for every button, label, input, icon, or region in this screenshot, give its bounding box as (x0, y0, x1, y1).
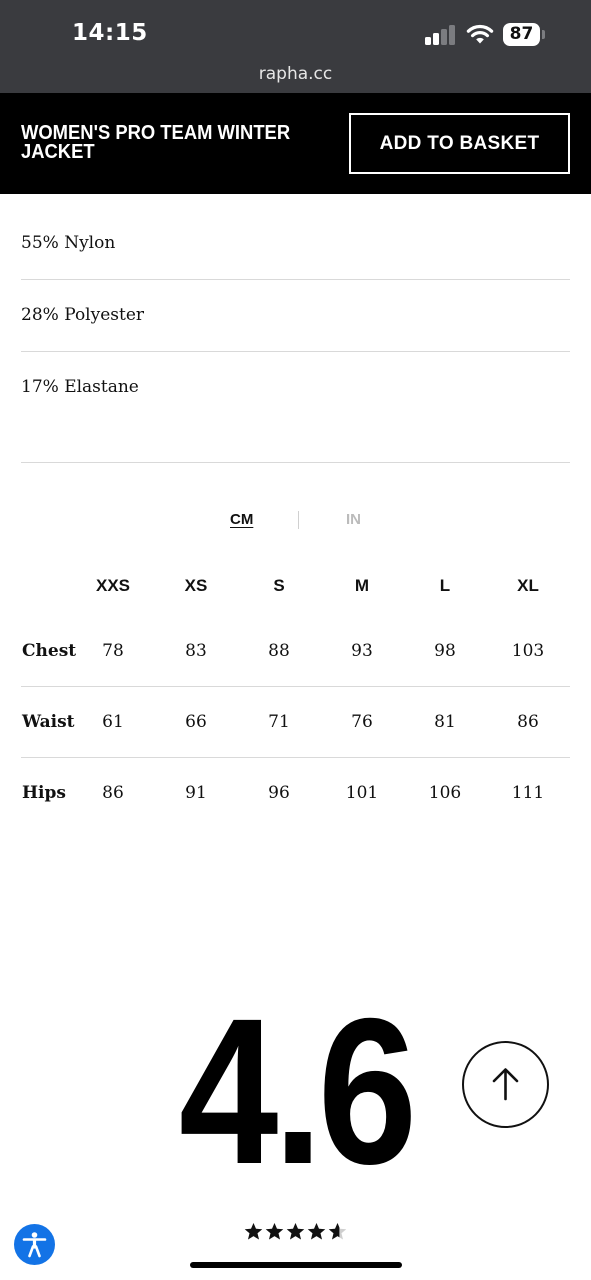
table-cell: 88 (268, 641, 290, 661)
size-header-l: L (439, 576, 451, 595)
address-bar-url[interactable]: rapha.cc (0, 64, 591, 84)
table-cell: 81 (434, 712, 456, 732)
table-cell: 78 (102, 641, 124, 661)
table-divider (21, 757, 570, 758)
scroll-to-top-button[interactable] (462, 1041, 549, 1128)
divider (21, 279, 570, 280)
wifi-icon (466, 24, 494, 44)
table-cell: 111 (511, 783, 545, 803)
table-cell: 93 (351, 641, 373, 661)
table-cell: 103 (511, 641, 545, 661)
unit-toggle-cm[interactable]: CM (230, 511, 253, 528)
size-header-xxs: XXS (95, 576, 131, 595)
status-time: 14:15 (72, 20, 148, 46)
table-cell: 76 (351, 712, 373, 732)
table-cell: 91 (185, 783, 207, 803)
table-cell: 66 (185, 712, 207, 732)
unit-separator (298, 511, 299, 529)
accessibility-button[interactable] (14, 1224, 55, 1265)
product-title: WOMEN'S PRO TEAM WINTER JACKET (21, 122, 291, 163)
star-icon (286, 1222, 305, 1240)
star-icon (328, 1222, 347, 1240)
row-label-hips: Hips (22, 783, 66, 803)
table-cell: 106 (428, 783, 462, 803)
material-item: 55% Nylon (21, 233, 116, 253)
home-indicator (190, 1262, 402, 1268)
table-cell: 61 (102, 712, 124, 732)
table-cell: 86 (102, 783, 124, 803)
material-item: 17% Elastane (21, 377, 139, 397)
table-cell: 83 (185, 641, 207, 661)
table-cell: 96 (268, 783, 290, 803)
table-divider (21, 686, 570, 687)
table-cell: 101 (345, 783, 379, 803)
table-cell: 71 (268, 712, 290, 732)
row-label-chest: Chest (22, 641, 77, 661)
divider (21, 462, 570, 463)
size-header-m: M (354, 576, 370, 595)
star-icon (244, 1222, 263, 1240)
row-label-waist: Waist (22, 712, 75, 732)
table-cell: 86 (517, 712, 539, 732)
unit-toggle-in[interactable]: IN (346, 511, 361, 528)
battery-icon: 87 (503, 23, 545, 46)
battery-level: 87 (509, 24, 534, 44)
star-icon (265, 1222, 284, 1240)
material-item: 28% Polyester (21, 305, 145, 325)
arrow-up-icon (492, 1068, 519, 1101)
table-cell: 98 (434, 641, 456, 661)
accessibility-icon (22, 1232, 47, 1258)
rating-score: 4.6 (178, 976, 417, 1208)
size-header-s: S (273, 576, 285, 595)
size-header-xs: XS (184, 576, 208, 595)
star-icon (307, 1222, 326, 1240)
rating-stars (244, 1222, 347, 1244)
cellular-signal-icon (425, 25, 457, 45)
add-to-basket-button[interactable]: ADD TO BASKET (349, 113, 570, 174)
divider (21, 351, 570, 352)
size-header-xl: XL (517, 576, 539, 595)
